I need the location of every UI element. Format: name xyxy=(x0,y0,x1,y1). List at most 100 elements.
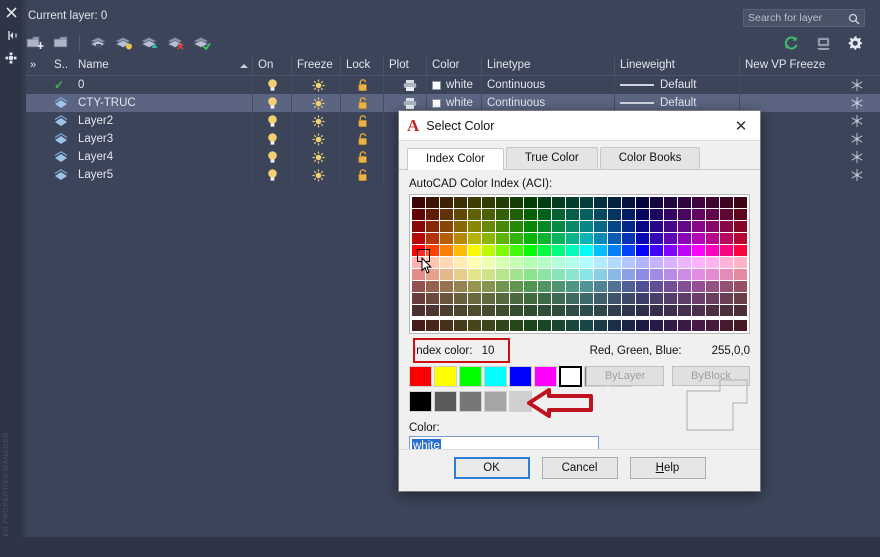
on-icon[interactable] xyxy=(266,76,279,94)
aci-color-cell[interactable] xyxy=(608,245,621,256)
aci-color-cell[interactable] xyxy=(510,245,523,256)
aci-color-cell[interactable] xyxy=(538,269,551,280)
standard-color-swatch[interactable] xyxy=(534,366,557,387)
aci-color-cell[interactable] xyxy=(580,221,593,232)
aci-color-cell[interactable] xyxy=(496,245,509,256)
aci-color-cell[interactable] xyxy=(412,305,425,316)
column-header-on[interactable]: On xyxy=(258,59,273,71)
aci-color-cell[interactable] xyxy=(650,293,663,304)
aci-color-cell[interactable] xyxy=(566,257,579,268)
aci-color-cell[interactable] xyxy=(552,245,565,256)
aci-color-cell[interactable] xyxy=(538,197,551,208)
aci-color-cell[interactable] xyxy=(692,305,705,316)
aci-color-cell[interactable] xyxy=(664,293,677,304)
aci-color-cell[interactable] xyxy=(580,209,593,220)
aci-color-cell[interactable] xyxy=(664,305,677,316)
aci-color-cell[interactable] xyxy=(496,281,509,292)
lock-icon[interactable] xyxy=(357,130,369,148)
aci-color-cell[interactable] xyxy=(524,320,537,331)
aci-color-cell[interactable] xyxy=(468,209,481,220)
isolate-layer-button[interactable] xyxy=(139,33,161,53)
standard-color-swatch[interactable] xyxy=(484,366,507,387)
aci-color-cell[interactable] xyxy=(692,269,705,280)
aci-color-cell[interactable] xyxy=(426,209,439,220)
aci-color-cell[interactable] xyxy=(720,221,733,232)
refresh-icon[interactable] xyxy=(780,33,802,53)
vp-freeze-icon[interactable] xyxy=(850,130,864,148)
aci-color-cell[interactable] xyxy=(636,197,649,208)
aci-color-cell[interactable] xyxy=(580,281,593,292)
gear-icon[interactable] xyxy=(844,33,866,53)
aci-color-cell[interactable] xyxy=(650,197,663,208)
aci-color-cell[interactable] xyxy=(496,320,509,331)
aci-color-cell[interactable] xyxy=(594,197,607,208)
cancel-button[interactable]: Cancel xyxy=(541,456,618,479)
aci-color-cell[interactable] xyxy=(524,233,537,244)
aci-color-cell[interactable] xyxy=(594,293,607,304)
aci-color-cell[interactable] xyxy=(664,245,677,256)
properties-icon[interactable] xyxy=(4,51,18,65)
aci-color-cell[interactable] xyxy=(636,209,649,220)
freeze-icon[interactable] xyxy=(312,130,325,148)
aci-color-cell[interactable] xyxy=(706,221,719,232)
aci-color-cell[interactable] xyxy=(482,269,495,280)
aci-color-cell[interactable] xyxy=(594,257,607,268)
aci-color-cell[interactable] xyxy=(608,233,621,244)
close-icon[interactable]: ✕ xyxy=(730,115,752,137)
aci-color-cell[interactable] xyxy=(678,245,691,256)
column-header-newvpfreeze[interactable]: New VP Freeze xyxy=(745,59,825,71)
aci-grid-lower[interactable] xyxy=(412,320,747,331)
aci-color-cell[interactable] xyxy=(538,305,551,316)
column-header-color[interactable]: Color xyxy=(432,59,459,71)
on-icon[interactable] xyxy=(266,94,279,112)
aci-color-cell[interactable] xyxy=(734,293,747,304)
aci-color-cell[interactable] xyxy=(426,293,439,304)
aci-color-cell[interactable] xyxy=(678,305,691,316)
aci-color-cell[interactable] xyxy=(720,257,733,268)
aci-color-cell[interactable] xyxy=(692,197,705,208)
aci-color-cell[interactable] xyxy=(538,245,551,256)
layer-name[interactable]: CTY-TRUC xyxy=(78,94,136,112)
aci-color-cell[interactable] xyxy=(594,245,607,256)
new-layer-button[interactable] xyxy=(24,33,46,53)
aci-color-cell[interactable] xyxy=(496,269,509,280)
aci-color-cell[interactable] xyxy=(440,320,453,331)
aci-color-cell[interactable] xyxy=(594,209,607,220)
ok-button[interactable]: OK xyxy=(453,456,530,479)
aci-color-cell[interactable] xyxy=(412,281,425,292)
aci-color-cell[interactable] xyxy=(650,320,663,331)
aci-color-cell[interactable] xyxy=(706,320,719,331)
aci-color-cell[interactable] xyxy=(426,221,439,232)
aci-color-cell[interactable] xyxy=(720,293,733,304)
aci-color-cell[interactable] xyxy=(580,293,593,304)
aci-color-cell[interactable] xyxy=(636,269,649,280)
tab-true-color[interactable]: True Color xyxy=(505,147,598,169)
aci-color-cell[interactable] xyxy=(468,197,481,208)
aci-color-cell[interactable] xyxy=(580,233,593,244)
aci-color-cell[interactable] xyxy=(580,197,593,208)
aci-color-cell[interactable] xyxy=(440,221,453,232)
aci-color-cell[interactable] xyxy=(664,197,677,208)
aci-color-cell[interactable] xyxy=(440,233,453,244)
aci-color-cell[interactable] xyxy=(650,221,663,232)
aci-color-cell[interactable] xyxy=(482,257,495,268)
aci-color-cell[interactable] xyxy=(622,209,635,220)
aci-color-cell[interactable] xyxy=(482,320,495,331)
delete-layer-button[interactable] xyxy=(165,33,187,53)
aci-color-cell[interactable] xyxy=(524,245,537,256)
aci-color-cell[interactable] xyxy=(706,257,719,268)
expand-columns-chevron[interactable]: » xyxy=(30,59,36,71)
aci-color-cell[interactable] xyxy=(482,233,495,244)
aci-color-cell[interactable] xyxy=(720,197,733,208)
aci-color-cell[interactable] xyxy=(552,233,565,244)
aci-color-cell[interactable] xyxy=(734,269,747,280)
aci-color-cell[interactable] xyxy=(636,293,649,304)
aci-color-cell[interactable] xyxy=(510,281,523,292)
lock-icon[interactable] xyxy=(357,94,369,112)
aci-color-cell[interactable] xyxy=(636,221,649,232)
set-current-button[interactable] xyxy=(113,33,135,53)
aci-color-cell[interactable] xyxy=(706,281,719,292)
aci-color-cell[interactable] xyxy=(426,305,439,316)
aci-color-cell[interactable] xyxy=(510,221,523,232)
aci-color-cell[interactable] xyxy=(426,197,439,208)
